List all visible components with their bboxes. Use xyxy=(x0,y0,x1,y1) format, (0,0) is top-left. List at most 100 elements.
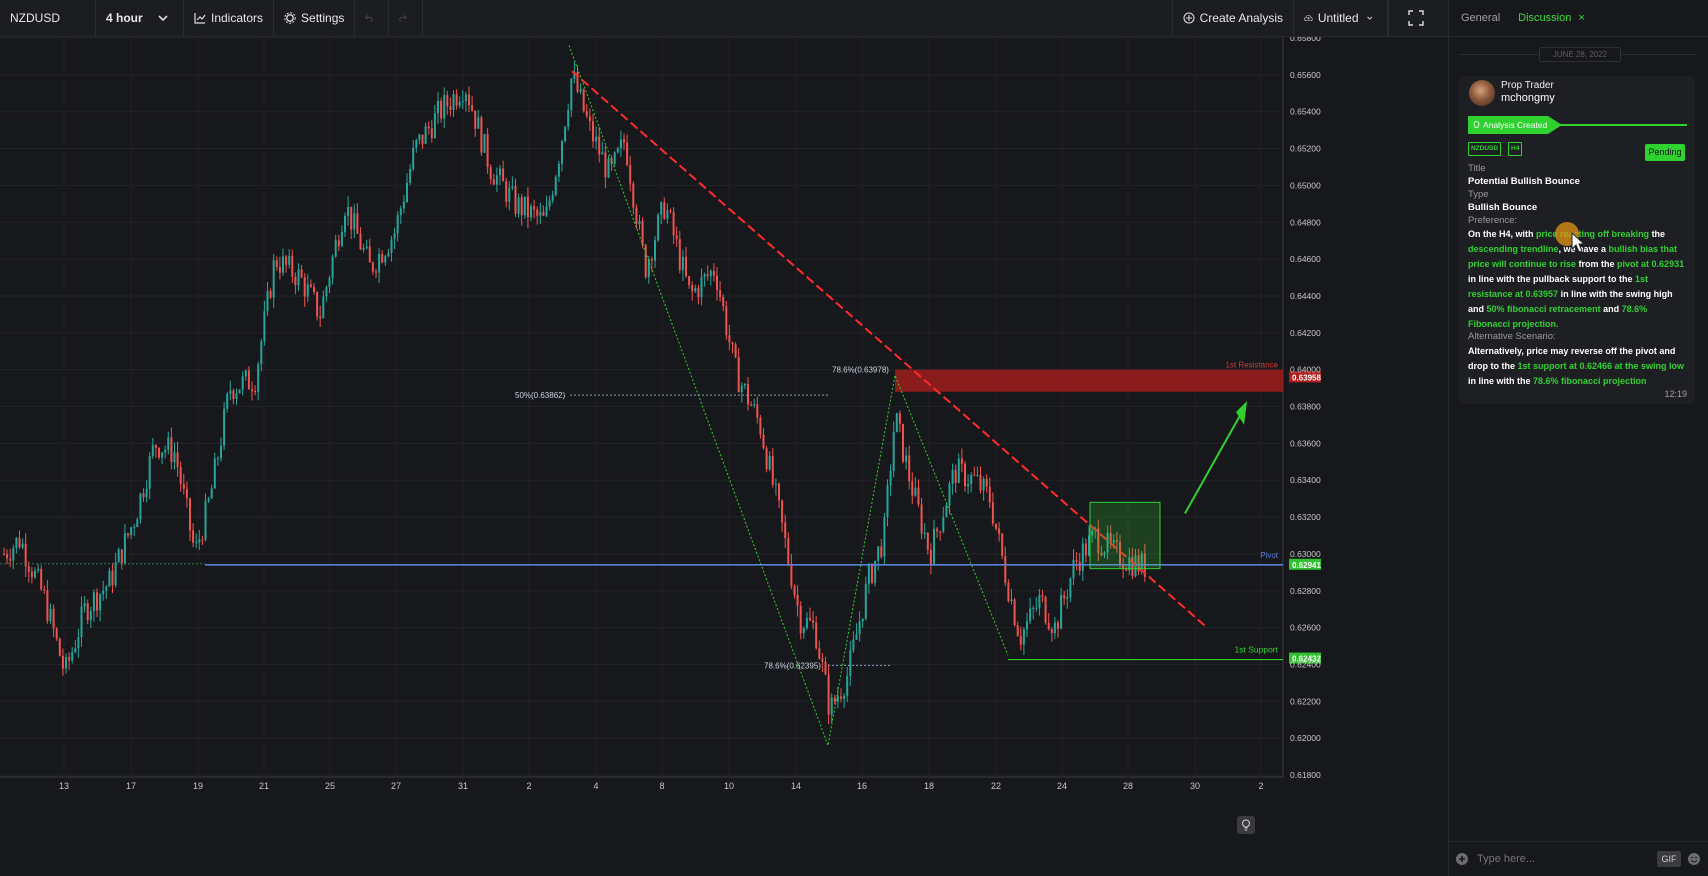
candle-body xyxy=(970,474,973,485)
candle-body xyxy=(148,455,151,489)
candle-body xyxy=(985,478,988,487)
settings-button[interactable]: Settings xyxy=(274,0,356,36)
candle-body xyxy=(244,370,247,377)
redo-icon xyxy=(399,15,408,22)
candle-body xyxy=(458,101,461,106)
candle-body xyxy=(905,455,908,462)
candle-body xyxy=(71,651,74,661)
candle-body xyxy=(449,106,452,110)
candle-body xyxy=(347,206,350,216)
candle-body xyxy=(635,207,638,225)
candle-body xyxy=(864,583,867,619)
chart-area[interactable]: 1st Resistance Pivot 1st Support 50%(0.6386… xyxy=(0,37,1448,876)
layout-selector[interactable]: Untitled xyxy=(1294,0,1388,36)
undo-button[interactable] xyxy=(355,0,390,36)
candle-body xyxy=(737,356,740,393)
symbol-selector[interactable]: NZDUSD xyxy=(0,0,96,36)
tab-discussion[interactable]: Discussion × xyxy=(1518,12,1585,24)
candle-body xyxy=(3,553,5,555)
candle-body xyxy=(96,592,98,611)
candle-body xyxy=(282,256,284,273)
candle-body xyxy=(139,493,142,520)
author-name[interactable]: mchongmy xyxy=(1501,92,1555,104)
indicators-button[interactable]: Indicators xyxy=(184,0,275,36)
candle-body xyxy=(309,284,312,287)
tab-general[interactable]: General xyxy=(1461,12,1500,24)
candle-body xyxy=(272,260,275,298)
candle-body xyxy=(406,182,408,202)
price-tick-label: 0.62600 xyxy=(1290,623,1321,633)
title-label: Title xyxy=(1468,163,1486,174)
date-tick-label: 16 xyxy=(857,781,867,791)
candle-body xyxy=(375,271,377,273)
fullscreen-button[interactable] xyxy=(1388,0,1448,36)
candle-body xyxy=(1032,608,1035,610)
candle-body xyxy=(898,413,901,424)
create-analysis-button[interactable]: Create Analysis xyxy=(1171,0,1294,36)
date-tick-label: 8 xyxy=(659,781,664,791)
candle-body xyxy=(852,639,855,651)
rich-text-segment: 78.6% fibonacci projection xyxy=(1533,376,1647,386)
candle-body xyxy=(319,316,322,319)
lightbulb-button[interactable] xyxy=(1237,816,1255,834)
candle-body xyxy=(976,475,979,477)
candle-body xyxy=(220,445,222,459)
candle-body xyxy=(210,488,213,499)
candle-body xyxy=(27,566,30,572)
candle-body xyxy=(313,286,315,292)
candle-body xyxy=(1084,543,1087,556)
candle-body xyxy=(1038,595,1041,608)
close-icon[interactable]: × xyxy=(1578,12,1584,24)
price-tick-label: 0.64400 xyxy=(1290,291,1321,301)
candle-body xyxy=(545,206,548,216)
candle-body xyxy=(229,390,232,394)
price-tick-label: 0.65200 xyxy=(1290,144,1321,154)
candle-body xyxy=(18,537,21,548)
candle-body xyxy=(805,618,808,629)
candle-body xyxy=(920,504,923,534)
candle-body xyxy=(793,586,796,595)
candle-body xyxy=(399,208,402,216)
candle-body xyxy=(1004,555,1007,584)
timeframe-selector[interactable]: 4 hour xyxy=(96,0,184,36)
candle-body xyxy=(685,257,687,276)
cursor-icon xyxy=(1571,232,1585,253)
candle-body xyxy=(654,240,656,261)
candle-body xyxy=(12,547,15,561)
candle-body xyxy=(809,618,811,621)
candle-body xyxy=(712,270,715,276)
candle-body xyxy=(1022,629,1025,645)
resistance-label: 1st Resistance xyxy=(1226,361,1279,370)
alternative-label: Alternative Scenario: xyxy=(1468,331,1556,342)
candle-body xyxy=(331,256,334,278)
candle-body xyxy=(601,152,604,155)
emoji-icon[interactable] xyxy=(1687,852,1701,866)
candle-body xyxy=(998,528,1001,534)
candle-body xyxy=(409,168,412,183)
candle-body xyxy=(471,104,474,111)
candle-body xyxy=(489,167,492,180)
redo-button[interactable] xyxy=(389,0,424,36)
price-chart[interactable]: 1st Resistance Pivot 1st Support 50%(0.6386… xyxy=(0,37,1448,876)
message-input[interactable] xyxy=(1475,852,1657,866)
candle-body xyxy=(691,285,694,292)
candle-body xyxy=(223,408,226,446)
candle-body xyxy=(536,209,539,216)
candle-body xyxy=(542,211,545,216)
candle-body xyxy=(362,247,365,250)
date-tick-label: 10 xyxy=(724,781,734,791)
candle-body xyxy=(592,121,594,142)
candle-body xyxy=(412,147,415,169)
candle-body xyxy=(570,78,573,111)
candle-body xyxy=(895,413,898,433)
candle-body xyxy=(182,483,185,489)
date-tick-label: 13 xyxy=(59,781,69,791)
pivot-label: Pivot xyxy=(1260,551,1279,560)
candle-body xyxy=(1072,559,1075,579)
candle-body xyxy=(948,483,951,506)
date-tick-label: 19 xyxy=(193,781,203,791)
gif-button[interactable]: GIF xyxy=(1657,851,1681,867)
candle-body xyxy=(275,260,278,268)
candle-body xyxy=(303,277,306,297)
add-icon[interactable] xyxy=(1455,852,1469,866)
